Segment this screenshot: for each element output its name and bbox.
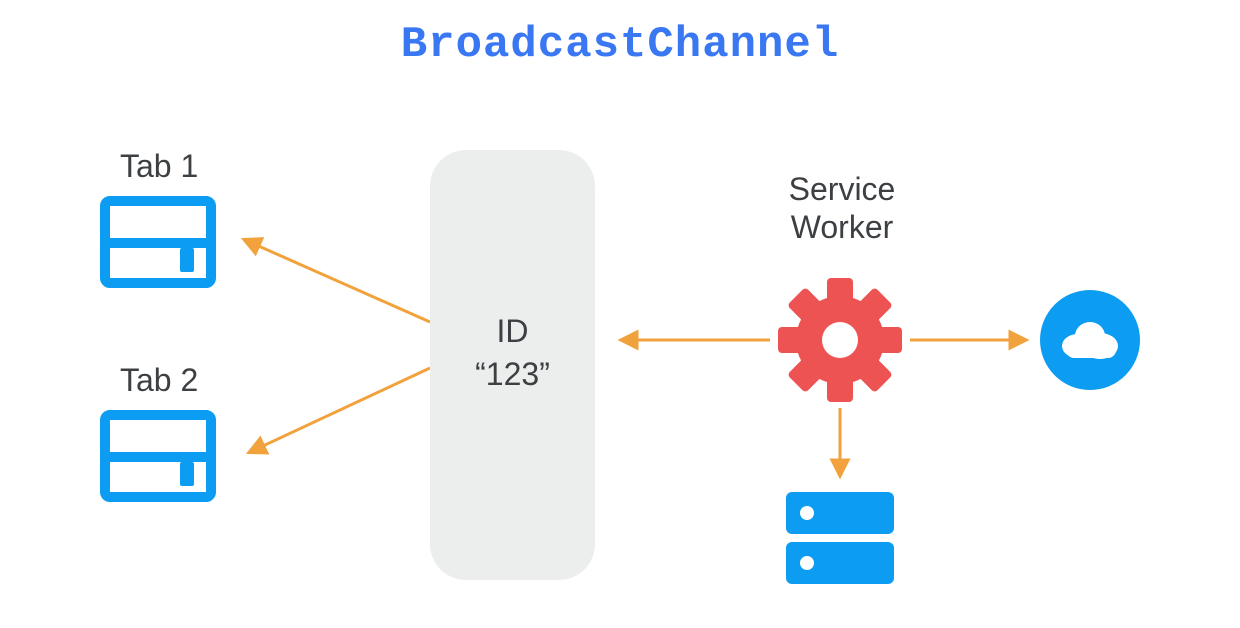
channel-id-block: ID “123” [430, 310, 595, 396]
service-worker-line1: Service [762, 170, 922, 208]
channel-id-label: ID [430, 310, 595, 353]
browser-window-icon [100, 410, 216, 502]
broadcast-channel-pill: ID “123” [430, 150, 595, 580]
browser-window-icon [100, 196, 216, 288]
server-icon [786, 492, 894, 592]
cloud-badge [1040, 290, 1140, 390]
arrow-channel-to-tab2 [250, 368, 430, 452]
tab-1-label: Tab 1 [120, 148, 198, 185]
service-worker-line2: Worker [762, 208, 922, 246]
arrow-channel-to-tab1 [245, 240, 430, 322]
diagram-stage: BroadcastChannel ID “123” Tab 1 Tab 2 Se… [0, 0, 1240, 628]
gear-icon [778, 278, 902, 402]
diagram-title: BroadcastChannel [0, 20, 1240, 70]
tab-2-label: Tab 2 [120, 362, 198, 399]
channel-id-value: “123” [430, 353, 595, 396]
service-worker-label: Service Worker [762, 170, 922, 247]
